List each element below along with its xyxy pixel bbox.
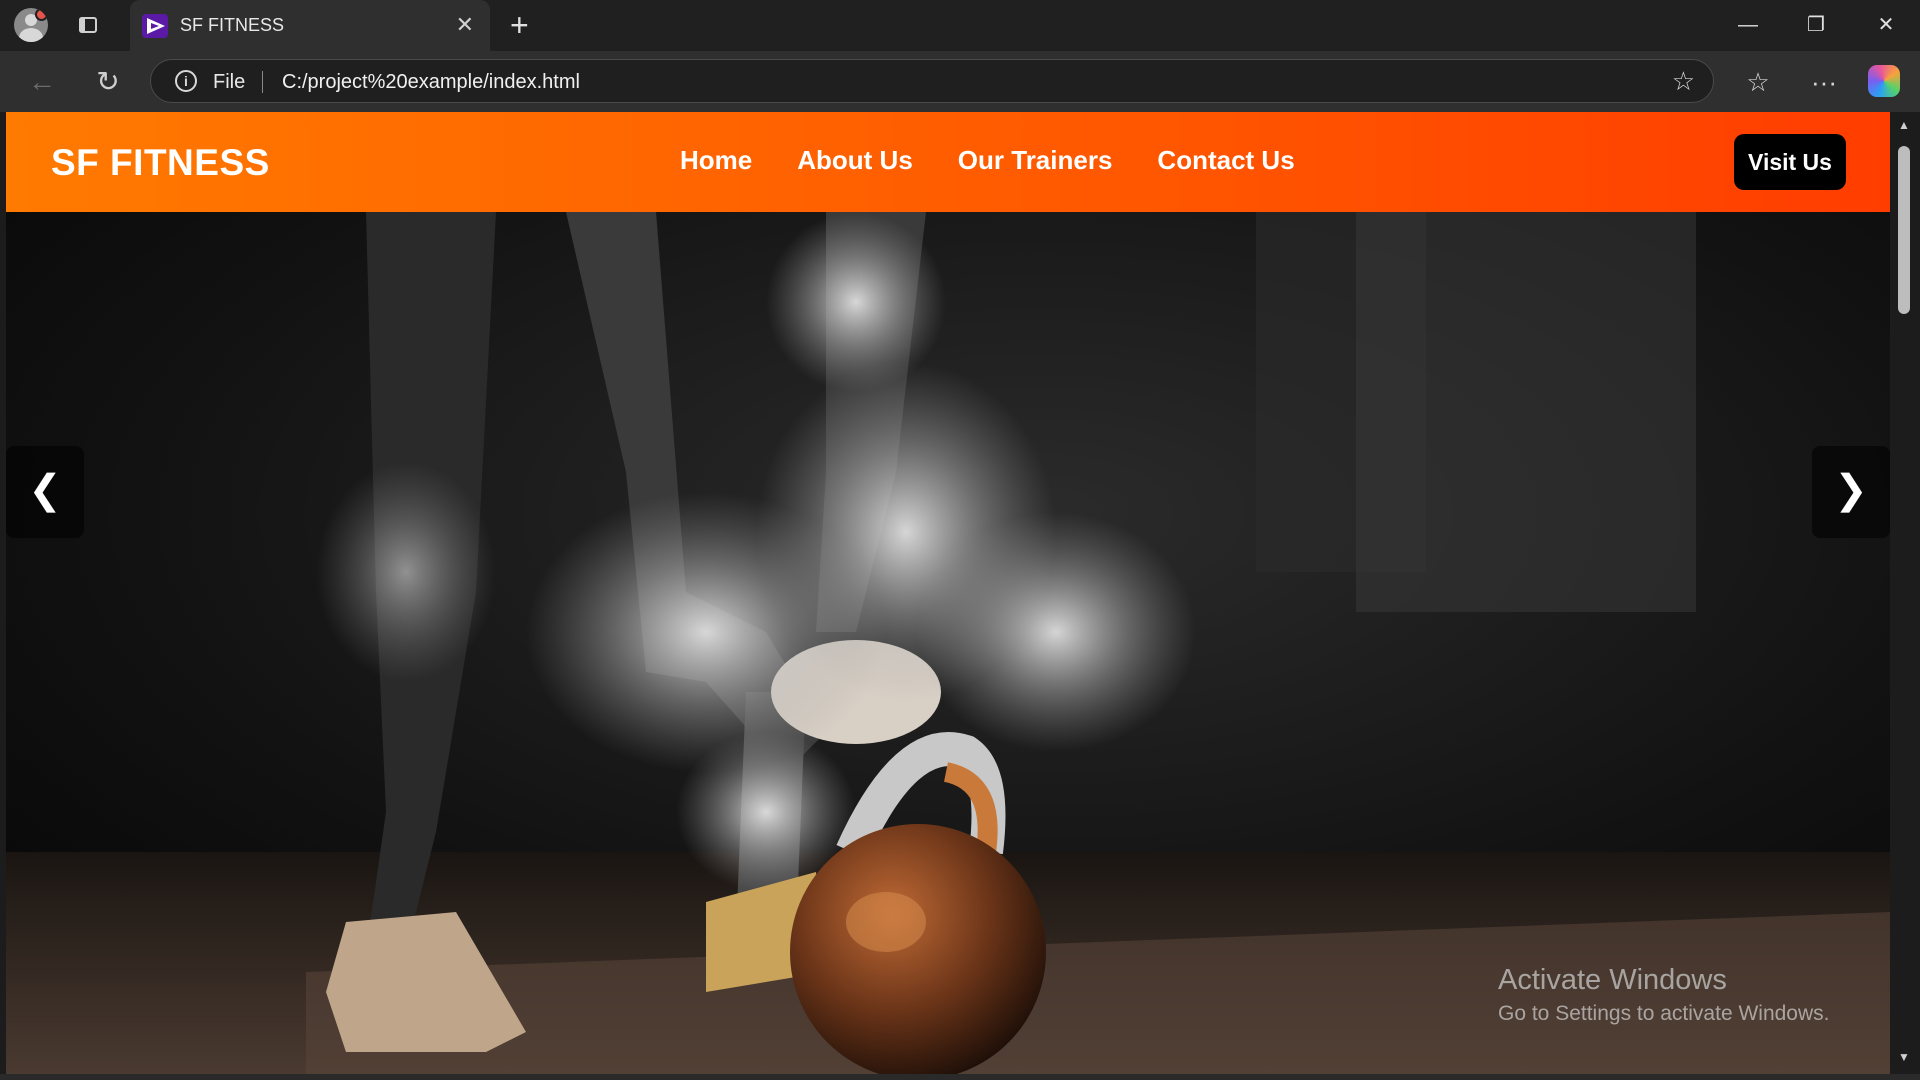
hero-image [6, 212, 1890, 1074]
restore-button[interactable]: ❐ [1796, 10, 1836, 40]
nav-home[interactable]: Home [680, 145, 752, 176]
star-icon[interactable]: ☆ [1672, 66, 1695, 97]
browser-tab[interactable]: SF FITNESS ✕ [130, 0, 490, 51]
page-viewport: SF FITNESS Home About Us Our Trainers Co… [6, 112, 1890, 1074]
activation-watermark-title: Activate Windows [1498, 964, 1727, 996]
close-tab-icon[interactable]: ✕ [456, 12, 474, 38]
url-text[interactable]: C:/project%20example/index.html [282, 71, 580, 94]
back-icon[interactable]: ← [22, 63, 62, 101]
nav-contact-us[interactable]: Contact Us [1157, 145, 1294, 176]
site-menu: Home About Us Our Trainers Contact Us [680, 145, 1295, 176]
info-icon[interactable]: i [175, 70, 197, 92]
tab-title: SF FITNESS [180, 15, 285, 35]
copilot-icon[interactable] [1868, 65, 1900, 97]
nav-our-trainers[interactable]: Our Trainers [958, 145, 1113, 176]
play-triangle-icon [142, 14, 168, 38]
site-brand[interactable]: SF FITNESS [51, 142, 270, 184]
address-bar[interactable]: i File C:/project%20example/index.html ☆ [150, 59, 1714, 103]
visit-us-button[interactable]: Visit Us [1734, 134, 1846, 190]
window-bottom-edge [0, 1074, 1920, 1080]
activation-watermark-subtitle: Go to Settings to activate Windows. [1498, 1002, 1830, 1025]
new-tab-button[interactable]: + [510, 8, 529, 42]
scroll-thumb[interactable] [1898, 146, 1910, 314]
scheme-label: File [213, 71, 246, 93]
separator [262, 71, 263, 93]
site-navbar: SF FITNESS Home About Us Our Trainers Co… [6, 112, 1890, 212]
more-options-icon[interactable]: ··· [1804, 65, 1844, 99]
scroll-up-icon[interactable]: ▲ [1898, 118, 1910, 132]
browser-toolbar: ← ↻ i File C:/project%20example/index.ht… [0, 51, 1920, 112]
profile-avatar-icon[interactable] [14, 8, 48, 42]
tab-strip: SF FITNESS ✕ + — ❐ ✕ [0, 0, 1920, 51]
carousel-prev-button[interactable]: ❮ [6, 446, 84, 538]
reload-icon[interactable]: ↻ [88, 63, 128, 101]
favorites-icon[interactable]: ☆ [1738, 65, 1778, 99]
close-window-button[interactable]: ✕ [1866, 10, 1906, 40]
page-scrollbar[interactable]: ▲ ▼ [1890, 112, 1920, 1074]
scroll-down-icon[interactable]: ▼ [1898, 1050, 1910, 1064]
tab-actions-icon[interactable] [76, 14, 100, 36]
minimize-button[interactable]: — [1728, 10, 1768, 40]
carousel-next-button[interactable]: ❯ [1812, 446, 1890, 538]
nav-about-us[interactable]: About Us [797, 145, 913, 176]
